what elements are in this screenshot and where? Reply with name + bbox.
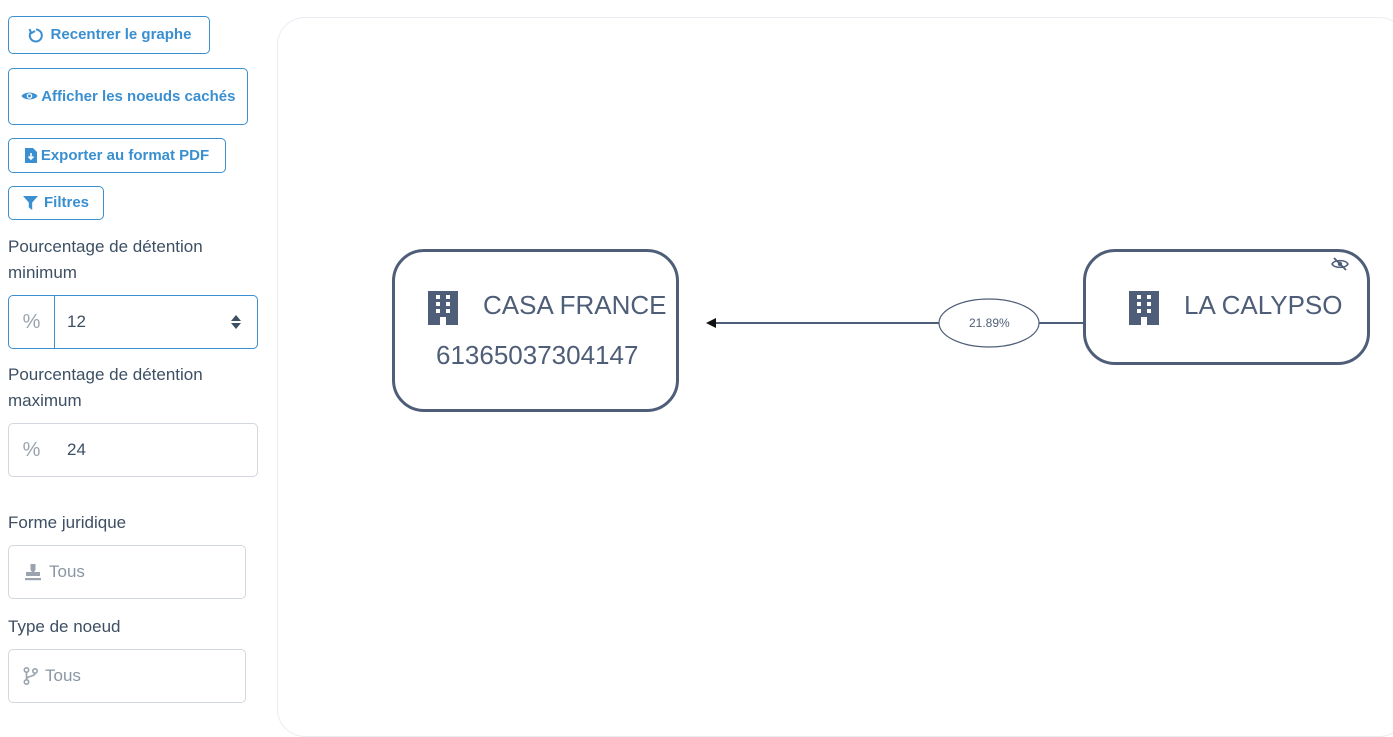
node-la-calypso[interactable]: LA CALYPSO [1083, 249, 1370, 365]
legal-form-label: Forme juridique [8, 513, 127, 532]
node-name: CASA FRANCE [483, 290, 667, 320]
filter-icon [22, 196, 38, 210]
percent-icon: % [9, 296, 55, 348]
stepper-up-icon[interactable] [231, 315, 241, 321]
max-percentage-input[interactable]: 24 [55, 440, 257, 460]
recenter-graph-button[interactable]: Recentrer le graphe [8, 16, 210, 54]
min-percentage-field[interactable]: % 12 [8, 295, 258, 349]
building-icon [428, 291, 458, 325]
node-casa-france[interactable]: CASA FRANCE 61365037304147 [392, 249, 679, 412]
number-stepper[interactable] [229, 311, 243, 333]
edge-percentage-label: 21.89% [969, 316, 1010, 330]
eye-slash-icon[interactable] [1331, 257, 1349, 271]
filters-label: Filtres [43, 194, 89, 211]
export-pdf-label: Exporter au format PDF [40, 146, 210, 164]
recenter-icon [28, 28, 43, 43]
eye-icon [21, 92, 38, 99]
legal-form-select[interactable]: Tous [8, 545, 246, 599]
node-type-label: Type de noeud [8, 617, 121, 636]
stepper-down-icon[interactable] [231, 323, 241, 329]
export-pdf-button[interactable]: Exporter au format PDF [8, 138, 226, 173]
file-download-icon [24, 148, 37, 163]
sidebar: Recentrer le graphe Afficher les noeuds … [0, 0, 270, 716]
building-icon [1129, 291, 1159, 325]
code-branch-icon [23, 667, 39, 685]
recenter-graph-label: Recentrer le graphe [50, 26, 192, 43]
legal-form-placeholder: Tous [49, 562, 85, 581]
percent-icon: % [22, 438, 41, 461]
min-percentage-input[interactable]: 12 [55, 312, 229, 332]
max-percentage-field[interactable]: % 24 [8, 423, 258, 477]
node-type-select[interactable]: Tous [8, 649, 246, 703]
filters-button[interactable]: Filtres [8, 186, 104, 220]
show-hidden-nodes-button[interactable]: Afficher les noeuds cachés [8, 68, 248, 125]
node-type-placeholder: Tous [45, 666, 81, 685]
node-identifier: 61365037304147 [436, 340, 639, 370]
max-percentage-label: Pourcentage de détention maximum [8, 365, 203, 410]
show-hidden-nodes-label: Afficher les noeuds cachés [41, 87, 236, 105]
min-percentage-label: Pourcentage de détention minimum [8, 237, 203, 282]
node-name: LA CALYPSO [1184, 290, 1343, 320]
stamp-icon [25, 564, 41, 581]
